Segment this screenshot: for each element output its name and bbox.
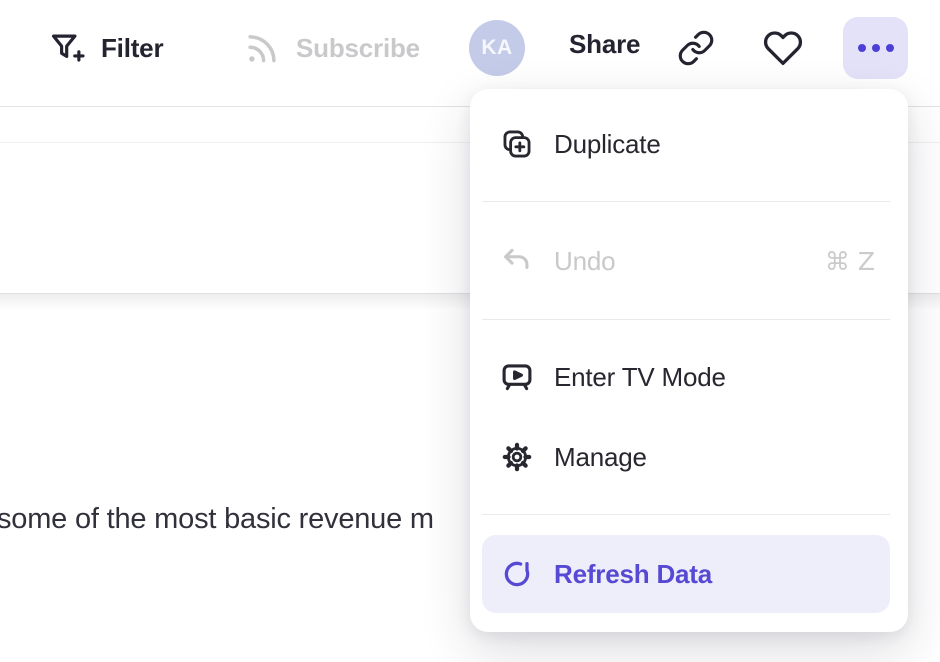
ellipsis-icon xyxy=(858,44,866,52)
heart-icon xyxy=(763,28,803,68)
refresh-icon xyxy=(500,557,534,591)
subscribe-button[interactable]: Subscribe xyxy=(243,29,420,67)
menu-item-refresh-data[interactable]: Refresh Data xyxy=(482,535,890,613)
gear-icon xyxy=(500,440,534,474)
menu-item-label: Refresh Data xyxy=(554,559,712,590)
menu-item-label: Duplicate xyxy=(554,129,661,160)
avatar[interactable]: KA xyxy=(469,20,525,76)
favorite-button[interactable] xyxy=(763,28,803,68)
share-label: Share xyxy=(569,29,640,60)
menu-item-undo[interactable]: Undo ⌘ Z xyxy=(470,221,908,301)
duplicate-icon xyxy=(500,127,534,161)
menu-item-enter-tv-mode[interactable]: Enter TV Mode xyxy=(470,337,908,417)
tv-icon xyxy=(500,360,534,394)
menu-divider xyxy=(482,201,890,202)
shortcut-hint: ⌘ Z xyxy=(825,247,875,276)
subscribe-label: Subscribe xyxy=(296,33,420,64)
menu-item-label: Undo xyxy=(554,246,615,277)
menu-item-label: Enter TV Mode xyxy=(554,362,726,393)
link-icon xyxy=(677,29,715,67)
share-button[interactable]: Share xyxy=(569,29,640,60)
filter-button[interactable]: Filter xyxy=(48,29,163,67)
rss-icon xyxy=(243,29,281,67)
page: some of the most basic revenue m Filter … xyxy=(0,0,940,662)
filter-label: Filter xyxy=(101,33,163,64)
body-text: some of the most basic revenue m xyxy=(0,501,434,537)
menu-item-manage[interactable]: Manage xyxy=(470,417,908,497)
menu-item-label: Manage xyxy=(554,442,647,473)
menu-divider xyxy=(482,514,890,515)
copy-link-button[interactable] xyxy=(677,29,715,67)
more-options-menu: Duplicate Undo ⌘ Z Enter TV Mode xyxy=(470,89,908,632)
filter-plus-icon xyxy=(48,29,86,67)
menu-divider xyxy=(482,319,890,320)
menu-item-duplicate[interactable]: Duplicate xyxy=(470,104,908,184)
undo-icon xyxy=(500,244,534,278)
more-options-button[interactable] xyxy=(843,17,908,79)
avatar-initials: KA xyxy=(481,36,512,60)
